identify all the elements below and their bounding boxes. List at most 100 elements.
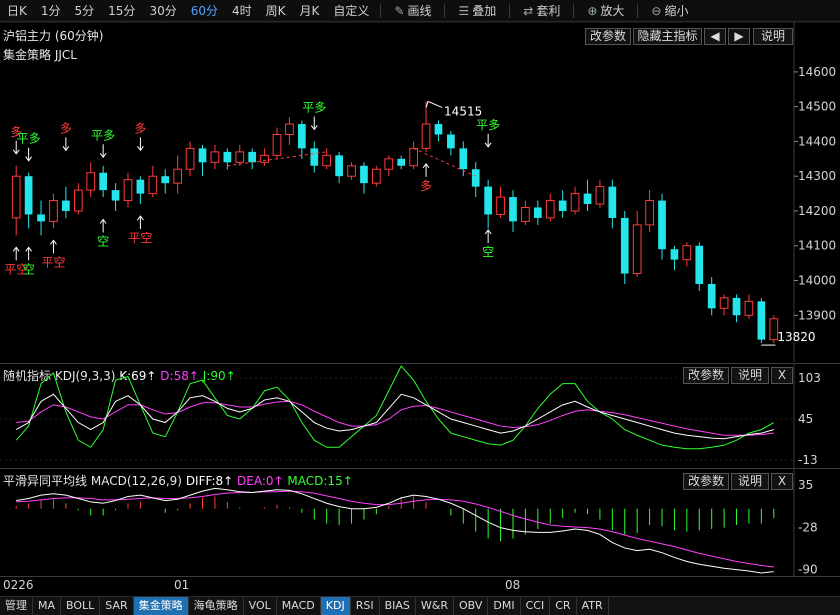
candle-body (447, 134, 455, 149)
candle-body (360, 165, 368, 184)
tool-button-2[interactable]: ⇄ 套利 (514, 0, 569, 22)
candle-body (161, 176, 170, 184)
indicator-tab-3[interactable]: SAR (100, 597, 134, 615)
tool-label: 画线 (407, 4, 432, 18)
toolbar-separator (637, 3, 639, 18)
candle-body (347, 165, 356, 177)
candle-body (509, 197, 517, 222)
pencil-icon: ✎ (394, 3, 405, 18)
indicator-tab-6[interactable]: VOL (244, 597, 277, 615)
period-tab-3[interactable]: 15分 (101, 0, 142, 22)
indicator-tab-bar: 管理 MA BOLL SAR 集金策略 海龟策略 VOL MACD KDJ RSI BIAS W&R O… (0, 596, 840, 615)
signal-label: 平多 (476, 118, 500, 132)
candle-body (173, 168, 183, 184)
indicator-tab-13[interactable]: DMI (488, 597, 521, 615)
toolbar-separator (444, 3, 446, 18)
period-tab-0[interactable]: 日K (0, 0, 34, 22)
candle-body (11, 175, 21, 219)
kdj-line-D (16, 400, 774, 436)
indicator-tab-1[interactable]: MA (33, 597, 62, 615)
candle-body (99, 172, 107, 191)
signal-label: 平多 (91, 128, 115, 142)
period-tab-2[interactable]: 5分 (68, 0, 102, 22)
low-price-label: 13820 (777, 330, 815, 344)
indicator-tab-10[interactable]: BIAS (380, 597, 416, 615)
tool-label: 叠加 (472, 4, 497, 18)
candle-body (533, 207, 542, 218)
candlestick-chart[interactable]: 14600 14500 14400 14300 14200 14100 14000 13900… (0, 22, 840, 362)
indicator-tab-9[interactable]: RSI (351, 597, 380, 615)
tool-button-0[interactable]: ✎ 画线 (385, 0, 440, 22)
price-tick-label: 14400 (798, 134, 836, 148)
candle-body (471, 169, 480, 187)
period-tab-4[interactable]: 30分 (142, 0, 183, 22)
candle-body (421, 123, 431, 149)
candle-body (707, 283, 716, 309)
indicator-tab-4[interactable]: 集金策略 (133, 597, 189, 615)
period-tab-1[interactable]: 1分 (34, 0, 68, 22)
signal-label: 空 (482, 245, 494, 259)
candle-body (719, 297, 729, 309)
candle-body (86, 172, 96, 191)
candle-body (397, 158, 406, 166)
time-axis-divider (0, 576, 840, 577)
signal-label: 多 (420, 179, 432, 193)
kdj-tick-label: -13 (798, 453, 818, 467)
period-tab-5[interactable]: 60分 (184, 0, 225, 22)
candle-body (185, 147, 195, 170)
indicator-tab-0[interactable]: 管理 (0, 597, 33, 615)
candle-body (695, 245, 704, 284)
indicator-tab-11[interactable]: W&R (416, 597, 454, 615)
signal-label: 平多 (302, 100, 326, 114)
high-marker (425, 100, 443, 108)
candle-body (459, 148, 468, 170)
candle-body (73, 189, 83, 212)
high-price-label: 14515 (444, 104, 482, 118)
candle-body (285, 123, 294, 135)
tool-button-1[interactable]: ☰ 叠加 (449, 0, 505, 22)
candle-body (545, 200, 555, 219)
kdj-line-K (15, 393, 774, 440)
macd-tick-label: 35 (798, 478, 813, 492)
period-tab-8[interactable]: 月K (293, 0, 327, 22)
indicator-tab-7[interactable]: MACD (277, 597, 321, 615)
indicator-tab-8[interactable]: KDJ (320, 597, 351, 615)
candle-body (372, 168, 381, 184)
indicator-tab-5[interactable]: 海龟策略 (189, 597, 244, 615)
candle-body (298, 124, 306, 149)
macd-tick-label: -28 (798, 521, 818, 535)
candle-body (235, 151, 245, 163)
candle-body (322, 154, 332, 167)
candle-body (198, 148, 207, 163)
price-tick-label: 14100 (798, 239, 836, 253)
macd-chart[interactable]: 35 -28 -90 (0, 469, 840, 576)
candle-body (496, 196, 505, 215)
time-label-01: 01 (174, 578, 190, 592)
price-tick-label: 14000 (798, 274, 836, 288)
candle-body (608, 186, 617, 218)
price-tick-label: 14500 (798, 100, 836, 114)
period-tab-6[interactable]: 4时 (225, 0, 259, 22)
period-tab-7[interactable]: 周K (259, 0, 293, 22)
period-tab-9[interactable]: 自定义 (326, 0, 376, 22)
indicator-tab-16[interactable]: ATR (577, 597, 609, 615)
indicator-tab-14[interactable]: CCI (521, 597, 551, 615)
kdj-tick-label: 103 (798, 371, 821, 385)
indicator-tab-2[interactable]: BOLL (61, 597, 101, 615)
macd-line-DIFF (16, 487, 774, 574)
indicator-tab-12[interactable]: OBV (454, 597, 489, 615)
price-tick-label: 14300 (798, 169, 836, 183)
candle-body (223, 151, 232, 163)
candle-body (409, 147, 418, 167)
tool-button-3[interactable]: ⊕ 放大 (578, 0, 633, 22)
time-label-0226: 0226 (3, 578, 34, 592)
toolbar-separator (509, 3, 511, 18)
candle-body (24, 176, 33, 215)
candle-body (148, 175, 158, 195)
kdj-chart[interactable]: 103 45 -13 (0, 364, 840, 468)
indicator-tab-15[interactable]: CR (550, 597, 577, 615)
candle-body (744, 300, 754, 316)
tool-button-4[interactable]: ⊖ 缩小 (642, 0, 697, 22)
candle-body (111, 190, 120, 201)
candle-body (123, 179, 133, 202)
